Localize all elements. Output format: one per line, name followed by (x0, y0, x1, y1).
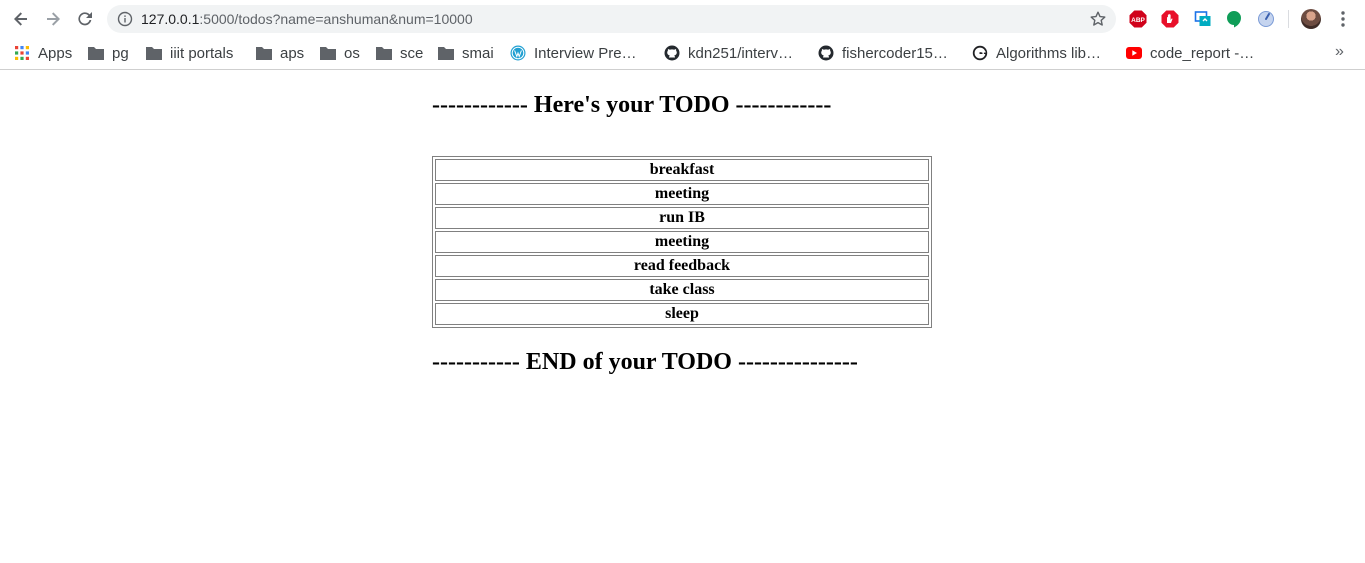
github-icon (818, 45, 834, 61)
bookmark-label: Interview Pre… (534, 44, 637, 62)
url-host: 127.0.0.1 (141, 11, 200, 27)
url-path: :5000/todos?name=anshuman&num=10000 (199, 11, 473, 27)
bookmark-folder-pg[interactable]: pg (88, 38, 129, 68)
bookmark-algorithms-lib[interactable]: Algorithms lib… (972, 38, 1101, 68)
bookmark-folder-smai[interactable]: smai (438, 38, 494, 68)
bookmarks-bar: Apps pg iiit portals aps os sce smai Int… (0, 38, 1365, 70)
reload-icon (78, 12, 92, 26)
speed-dial-extension[interactable] (1256, 9, 1276, 29)
folder-icon (438, 45, 454, 61)
adblock-plus-icon: ABP (1129, 10, 1147, 28)
more-vertical-icon[interactable] (1336, 9, 1350, 29)
apps-grid-icon (14, 45, 30, 61)
screen-share-extension[interactable] (1193, 9, 1213, 29)
page-content: ------------ Here's your TODO ----------… (0, 71, 1365, 563)
todo-item: run IB (435, 207, 929, 229)
address-bar[interactable]: 127.0.0.1:5000/todos?name=anshuman&num=1… (107, 5, 1116, 33)
back-button[interactable] (8, 7, 34, 31)
bookmark-label: smai (462, 44, 494, 62)
folder-icon (376, 45, 392, 61)
table-row: sleep (435, 303, 929, 325)
todo-item: take class (435, 279, 929, 301)
bookmark-label: iiit portals (170, 44, 234, 62)
forward-arrow-icon (47, 12, 60, 26)
github-icon (664, 45, 680, 61)
adblock-extension[interactable] (1160, 9, 1180, 29)
adblock-plus-extension[interactable]: ABP (1128, 9, 1148, 29)
table-row: read feedback (435, 255, 929, 277)
bookmark-kdn251[interactable]: kdn251/interv… (664, 38, 793, 68)
toolbar-separator (1288, 10, 1289, 28)
bookmark-folder-aps[interactable]: aps (256, 38, 304, 68)
info-icon[interactable] (117, 11, 133, 27)
bookmark-label: code_report -… (1150, 44, 1255, 62)
bookmark-label: Apps (38, 44, 73, 62)
bookmark-label: kdn251/interv… (688, 44, 794, 62)
url-text[interactable]: 127.0.0.1:5000/todos?name=anshuman&num=1… (141, 5, 473, 33)
profile-avatar[interactable] (1301, 9, 1321, 29)
hangouts-extension[interactable] (1224, 9, 1244, 29)
folder-icon (256, 45, 272, 61)
screen-capture-icon (1194, 11, 1211, 26)
folder-icon (88, 45, 104, 61)
table-row: take class (435, 279, 929, 301)
back-arrow-icon (14, 12, 27, 26)
wordpress-icon (510, 45, 526, 61)
todo-item: meeting (435, 183, 929, 205)
todo-item: read feedback (435, 255, 929, 277)
table-row: meeting (435, 231, 929, 253)
svg-text:ABP: ABP (1131, 17, 1145, 24)
bookmarks-overflow-button[interactable]: » (1335, 43, 1344, 61)
bookmark-folder-os[interactable]: os (320, 38, 360, 68)
bookmark-label: fishercoder15… (842, 44, 948, 62)
table-row: run IB (435, 207, 929, 229)
todo-header: ------------ Here's your TODO ----------… (432, 92, 832, 118)
todo-table: breakfast meeting run IB meeting read fe… (432, 156, 932, 328)
bookmark-label: aps (280, 44, 305, 62)
forward-button[interactable] (40, 7, 66, 31)
adblock-hand-icon (1161, 10, 1179, 28)
hangouts-icon (1227, 11, 1241, 28)
todo-item: sleep (435, 303, 929, 325)
youtube-icon (1126, 45, 1142, 61)
table-row: meeting (435, 183, 929, 205)
google-plus-icon (972, 45, 988, 61)
bookmark-folder-sce[interactable]: sce (376, 38, 423, 68)
bookmark-label: os (344, 44, 360, 62)
reload-button[interactable] (72, 7, 98, 31)
bookmark-star-icon[interactable] (1089, 10, 1107, 28)
folder-icon (320, 45, 336, 61)
bookmark-folder-iiit-portals[interactable]: iiit portals (146, 38, 233, 68)
bookmark-label: Algorithms lib… (996, 44, 1102, 62)
browser-toolbar: 127.0.0.1:5000/todos?name=anshuman&num=1… (0, 0, 1365, 38)
gauge-icon (1258, 11, 1274, 27)
todo-item: breakfast (435, 159, 929, 181)
table-row: breakfast (435, 159, 929, 181)
todo-footer: ----------- END of your TODO -----------… (432, 349, 858, 375)
bookmark-fishercoder[interactable]: fishercoder15… (818, 38, 948, 68)
folder-icon (146, 45, 162, 61)
bookmark-label: pg (112, 44, 129, 62)
bookmark-interview-prep[interactable]: Interview Pre… (510, 38, 637, 68)
bookmark-label: sce (400, 44, 424, 62)
bookmark-code-report[interactable]: code_report -… (1126, 38, 1254, 68)
todo-item: meeting (435, 231, 929, 253)
bookmark-apps[interactable]: Apps (14, 38, 72, 68)
